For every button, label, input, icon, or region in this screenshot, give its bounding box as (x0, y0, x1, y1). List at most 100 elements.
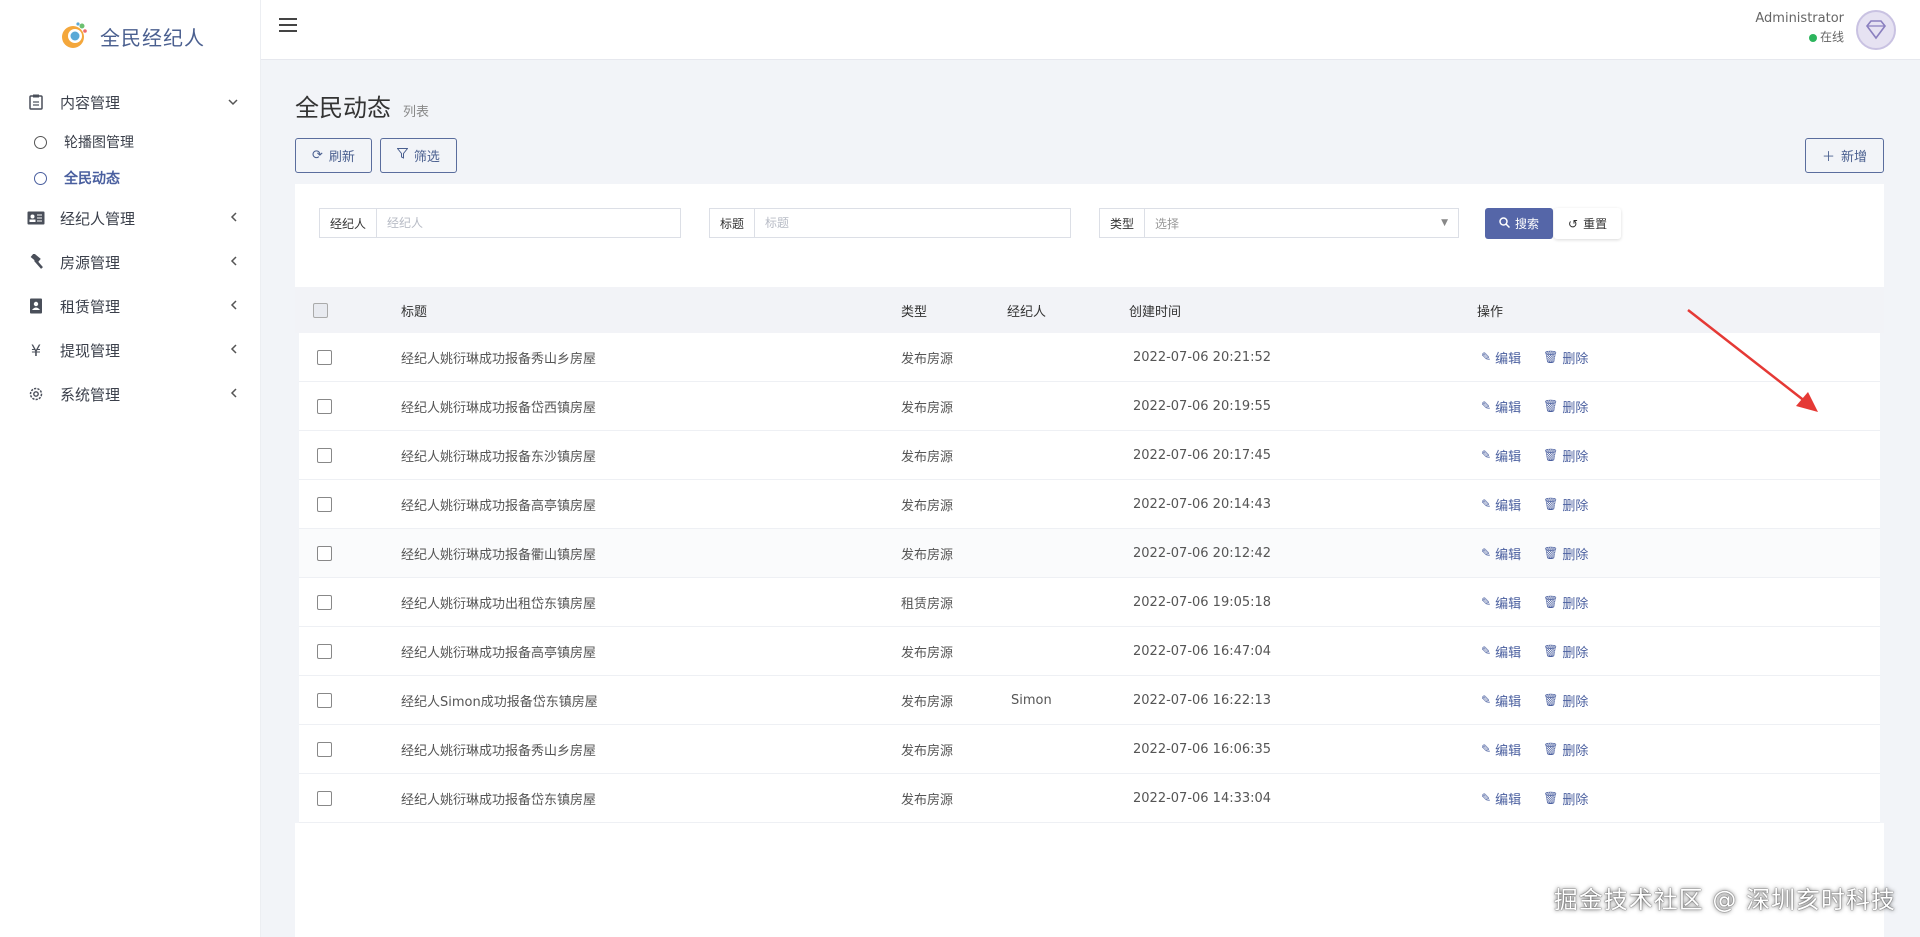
header-time[interactable]: 创建时间 (1127, 301, 1477, 320)
table-row[interactable]: 经纪人姚衍琳成功报备高亭镇房屋 发布房源 2022-07-06 20:14:43 ✎ 编… (299, 480, 1880, 529)
row-checkbox[interactable] (317, 594, 332, 610)
delete-button[interactable]: 🗑 删除 (1543, 544, 1588, 563)
table-row[interactable]: 经纪人姚衍琳成功报备东沙镇房屋 发布房源 2022-07-06 20:17:45 ✎ 编… (299, 431, 1880, 480)
edit-button[interactable]: ✎ 编辑 (1481, 593, 1521, 612)
title-input[interactable] (755, 209, 1070, 237)
edit-button[interactable]: ✎ 编辑 (1481, 740, 1521, 759)
table-row[interactable]: 经纪人姚衍琳成功报备秀山乡房屋 发布房源 2022-07-06 16:06:35 ✎ 编… (299, 725, 1880, 774)
agent-input[interactable] (377, 209, 680, 237)
top-bar: Administrator 在线 (261, 0, 1920, 60)
edit-button[interactable]: ✎ 编辑 (1481, 397, 1521, 416)
table-row[interactable]: 经纪人姚衍琳成功报备衢山镇房屋 发布房源 2022-07-06 20:12:42 ✎ 编… (299, 529, 1880, 578)
row-checkbox[interactable] (317, 545, 332, 561)
table-row[interactable]: 经纪人姚衍琳成功报备岱东镇房屋 发布房源 2022-07-06 14:33:04 ✎ 编… (299, 774, 1880, 823)
delete-button[interactable]: 🗑 删除 (1543, 740, 1588, 759)
row-checkbox[interactable] (317, 692, 332, 708)
trash-icon: 🗑 (1543, 497, 1559, 511)
edit-button[interactable]: ✎ 编辑 (1481, 495, 1521, 514)
search-button[interactable]: 搜索 (1485, 208, 1554, 239)
table-row[interactable]: 经纪人姚衍琳成功出租岱东镇房屋 租赁房源 2022-07-06 19:05:18 ✎ 编… (299, 578, 1880, 627)
cell-type: 发布房源 (901, 547, 954, 563)
table-row[interactable]: 经纪人姚衍琳成功报备岱西镇房屋 发布房源 2022-07-06 20:19:55 ✎ 编… (299, 382, 1880, 431)
add-button[interactable]: ＋ 新增 (1804, 138, 1884, 173)
gear-icon (26, 384, 46, 404)
cell-title: 经纪人姚衍琳成功报备衢山镇房屋 (401, 547, 597, 563)
delete-button[interactable]: 🗑 删除 (1543, 348, 1588, 367)
edit-button[interactable]: ✎ 编辑 (1481, 789, 1521, 808)
reset-button[interactable]: ↺ 重置 (1554, 208, 1622, 239)
delete-button[interactable]: 🗑 删除 (1543, 789, 1588, 808)
sidebar-subitem-banner[interactable]: 轮播图管理 (0, 124, 260, 160)
row-check-cell (299, 447, 363, 463)
id-card-icon (26, 208, 46, 228)
table-body: 经纪人姚衍琳成功报备秀山乡房屋 发布房源 2022-07-06 20:21:52 ✎ 编… (295, 333, 1884, 823)
sidebar-item-label: 房源管理 (60, 253, 121, 272)
delete-button[interactable]: 🗑 删除 (1543, 691, 1588, 710)
edit-icon: ✎ (1481, 791, 1492, 805)
delete-button[interactable]: 🗑 删除 (1543, 642, 1588, 661)
agent-filter-label: 经纪人 (320, 209, 378, 237)
type-select[interactable]: 选择 ▼ (1145, 209, 1458, 237)
user-menu[interactable]: Administrator 在线 (1755, 10, 1896, 50)
table-row[interactable]: 经纪人姚衍琳成功报备高亭镇房屋 发布房源 2022-07-06 16:47:04 ✎ 编… (299, 627, 1880, 676)
select-all-cell (295, 302, 359, 318)
row-checkbox[interactable] (317, 349, 332, 365)
cell-ops: ✎ 编辑 🗑 删除 (1481, 691, 1880, 710)
brand[interactable]: 全民经纪人 (0, 0, 260, 72)
table-row[interactable]: 经纪人Simon成功报备岱东镇房屋 发布房源 Simon 2022-07-06 16:… (299, 676, 1880, 725)
delete-button[interactable]: 🗑 删除 (1543, 495, 1588, 514)
row-checkbox[interactable] (317, 790, 332, 806)
sidebar-item-withdraw[interactable]: ¥ 提现管理 (0, 328, 260, 372)
edit-button[interactable]: ✎ 编辑 (1481, 642, 1521, 661)
sidebar-menu: 内容管理 轮播图管理 全民动态 经纪人管理 房源管理 租赁管理 ¥ 提现管理 系… (0, 80, 260, 416)
edit-button[interactable]: ✎ 编辑 (1481, 691, 1521, 710)
row-checkbox[interactable] (317, 643, 332, 659)
cell-time: 2022-07-06 16:06:35 (1133, 741, 1272, 757)
menu-toggle-icon[interactable] (279, 18, 297, 34)
delete-label: 删除 (1562, 792, 1589, 808)
sidebar-item-system[interactable]: 系统管理 (0, 372, 260, 416)
edit-button[interactable]: ✎ 编辑 (1481, 544, 1521, 563)
sidebar-item-houses[interactable]: 房源管理 (0, 240, 260, 284)
refresh-button[interactable]: ⟳ 刷新 (295, 138, 372, 173)
row-checkbox[interactable] (317, 496, 332, 512)
row-checkbox[interactable] (317, 398, 332, 414)
cell-title: 经纪人Simon成功报备岱东镇房屋 (401, 694, 598, 710)
cell-title: 经纪人姚衍琳成功报备高亭镇房屋 (401, 498, 597, 514)
avatar[interactable] (1856, 10, 1896, 50)
plus-icon: ＋ (1821, 150, 1835, 165)
edit-label: 编辑 (1495, 645, 1522, 661)
edit-icon: ✎ (1481, 497, 1492, 511)
row-checkbox[interactable] (317, 741, 332, 757)
edit-button[interactable]: ✎ 编辑 (1481, 446, 1521, 465)
delete-button[interactable]: 🗑 删除 (1543, 397, 1588, 416)
header-agent[interactable]: 经纪人 (1003, 301, 1127, 320)
delete-button[interactable]: 🗑 删除 (1543, 446, 1588, 465)
delete-label: 删除 (1562, 351, 1589, 367)
row-check-cell (299, 349, 363, 365)
cell-ops: ✎ 编辑 🗑 删除 (1481, 740, 1880, 759)
cell-type: 发布房源 (901, 400, 954, 416)
header-title[interactable]: 标题 (359, 301, 843, 320)
cell-time: 2022-07-06 20:21:52 (1133, 349, 1272, 365)
cell-ops: ✎ 编辑 🗑 删除 (1481, 789, 1880, 808)
cell-time: 2022-07-06 20:17:45 (1133, 447, 1272, 463)
type-filter: 类型 选择 ▼ (1099, 208, 1459, 238)
sidebar-item-agents[interactable]: 经纪人管理 (0, 196, 260, 240)
sidebar-item-rental[interactable]: 租赁管理 (0, 284, 260, 328)
sidebar-item-content[interactable]: 内容管理 (0, 80, 260, 124)
filter-button[interactable]: 筛选 (379, 138, 457, 173)
page-subtitle: 列表 (403, 105, 430, 120)
sidebar-subitem-dynamics[interactable]: 全民动态 (0, 160, 260, 196)
reset-label: 重置 (1583, 217, 1608, 231)
row-checkbox[interactable] (317, 447, 332, 463)
chevron-left-icon (230, 255, 238, 269)
data-table: 标题 类型 经纪人 创建时间 操作 经纪人姚衍琳成功报备秀山乡房屋 发布房源 202… (295, 287, 1884, 823)
cell-ops: ✎ 编辑 🗑 删除 (1481, 397, 1880, 416)
table-row[interactable]: 经纪人姚衍琳成功报备秀山乡房屋 发布房源 2022-07-06 20:21:52 ✎ 编… (299, 333, 1880, 382)
edit-button[interactable]: ✎ 编辑 (1481, 348, 1521, 367)
select-all-checkbox[interactable] (313, 302, 328, 318)
delete-label: 删除 (1562, 400, 1589, 416)
header-type[interactable]: 类型 (843, 301, 1003, 320)
delete-button[interactable]: 🗑 删除 (1543, 593, 1588, 612)
